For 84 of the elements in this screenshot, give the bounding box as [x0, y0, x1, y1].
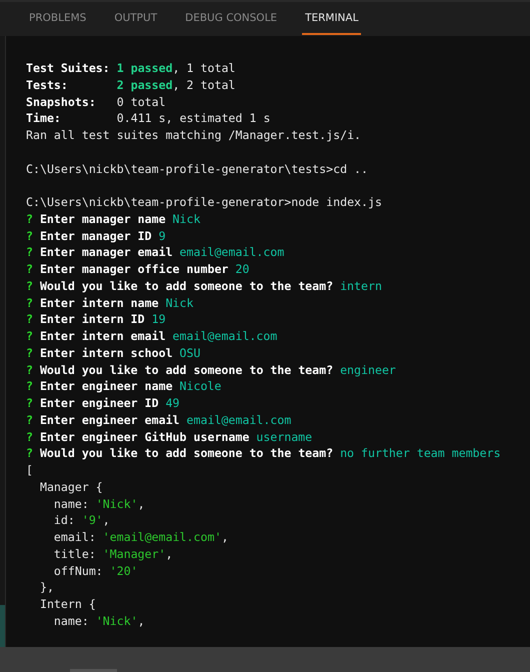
prompt-mark: ?: [26, 396, 33, 410]
output-label: Time:: [26, 111, 62, 126]
string-value: '9': [82, 513, 103, 528]
prompt-question: Enter manager office number: [40, 262, 228, 276]
passed-count: 1 passed: [116, 61, 173, 75]
prompt-mark: ?: [26, 430, 33, 444]
prompt-question: Would you like to add someone to the team?: [40, 446, 334, 460]
prompt-question: Would you like to add someone to the team?: [40, 278, 334, 293]
prompt-answer: Nick: [166, 296, 194, 310]
terminal-text: , 2 total: [172, 78, 236, 92]
terminal-text: Intern {: [38, 597, 96, 611]
string-value: 'Manager': [102, 546, 166, 561]
prompt-question: Would you like to add someone to the team?: [40, 362, 334, 376]
prompt-answer: 19: [152, 312, 166, 326]
passed-count: 2 passed: [116, 78, 173, 92]
prompt-answer: OSU: [180, 346, 200, 360]
terminal-text: 0 total: [116, 94, 166, 108]
prompt-answer: engineer: [340, 362, 396, 376]
prompt-mark: ?: [26, 446, 33, 460]
prompt-answer: 49: [166, 396, 180, 410]
prompt-question: Enter engineer GitHub username: [40, 430, 250, 444]
prompt-question: Enter manager name: [40, 212, 166, 226]
prompt-mark: ?: [26, 346, 33, 360]
terminal-text: name:: [52, 614, 90, 628]
terminal-text: name:: [52, 496, 90, 510]
prompt-mark: ?: [26, 412, 33, 427]
output-label: Test Suites:: [26, 61, 111, 75]
prompt-question: Enter intern email: [40, 329, 166, 343]
terminal-text: ,: [138, 496, 145, 510]
prompt-mark: ?: [26, 379, 33, 394]
panel-tab[interactable]: TERMINAL: [302, 2, 362, 35]
terminal-text: 0.411 s, estimated 1 s: [116, 111, 270, 126]
terminal-text: , 1 total: [172, 61, 236, 75]
string-value: 'Nick': [96, 496, 138, 510]
prompt-question: Enter engineer name: [40, 379, 173, 394]
terminal-text: ,: [221, 530, 228, 544]
prompt-mark: ?: [26, 212, 33, 226]
prompt-mark: ?: [26, 262, 33, 276]
prompt-question: Enter manager ID: [40, 228, 152, 242]
prompt-question: Enter engineer email: [40, 412, 180, 427]
prompt-answer: no further team members: [340, 446, 501, 460]
terminal-text: C:\Users\nickb\team-profile-generator\tests>cd ..: [26, 162, 368, 176]
prompt-answer: email@email.com: [180, 245, 284, 260]
string-value: '20': [110, 564, 138, 578]
prompt-question: Enter manager email: [40, 245, 173, 260]
prompt-mark: ?: [26, 278, 33, 293]
terminal-text: id:: [52, 513, 76, 528]
prompt-answer: email@email.com: [186, 412, 292, 427]
terminal-text: },: [38, 580, 54, 594]
terminal-text: ,: [138, 614, 145, 628]
prompt-question: Enter intern school: [40, 346, 173, 360]
terminal-text: email:: [52, 530, 97, 544]
panel-tab[interactable]: OUTPUT: [111, 2, 160, 35]
prompt-mark: ?: [26, 296, 33, 310]
prompt-answer: Nick: [172, 212, 200, 226]
prompt-answer: username: [256, 430, 312, 444]
terminal-text: ,: [102, 513, 110, 528]
terminal-text: offNum:: [52, 564, 104, 578]
prompt-answer: 20: [235, 262, 250, 276]
prompt-answer: intern: [340, 278, 382, 293]
terminal-text: [: [26, 463, 33, 477]
panel-tab[interactable]: PROBLEMS: [26, 2, 90, 35]
terminal-text: C:\Users\nickb\team-profile-generator>node index.js: [26, 195, 382, 209]
terminal-text: title:: [52, 546, 97, 561]
string-value: 'Nick': [96, 614, 138, 628]
output-label: Snapshots:: [26, 94, 97, 108]
panel-tab[interactable]: DEBUG CONSOLE: [182, 2, 280, 35]
prompt-mark: ?: [26, 228, 33, 242]
string-value: 'email@email.com': [102, 530, 222, 544]
prompt-question: Enter intern ID: [40, 312, 145, 326]
prompt-question: Enter intern name: [40, 296, 159, 310]
prompt-question: Enter engineer ID: [40, 396, 159, 410]
terminal-text: Ran all test suites matching /Manager.test.js/i.: [26, 128, 362, 142]
prompt-mark: ?: [26, 245, 33, 260]
prompt-mark: ?: [26, 362, 33, 376]
prompt-mark: ?: [26, 329, 33, 343]
terminal-text: Manager {: [38, 480, 103, 494]
prompt-answer: 9: [158, 228, 166, 242]
prompt-mark: ?: [26, 312, 33, 326]
change-marker: [0, 605, 5, 647]
prompt-answer: Nicole: [180, 379, 222, 394]
output-label: Tests:: [26, 78, 69, 92]
prompt-answer: email@email.com: [172, 329, 278, 343]
terminal-text: ,: [166, 546, 173, 561]
